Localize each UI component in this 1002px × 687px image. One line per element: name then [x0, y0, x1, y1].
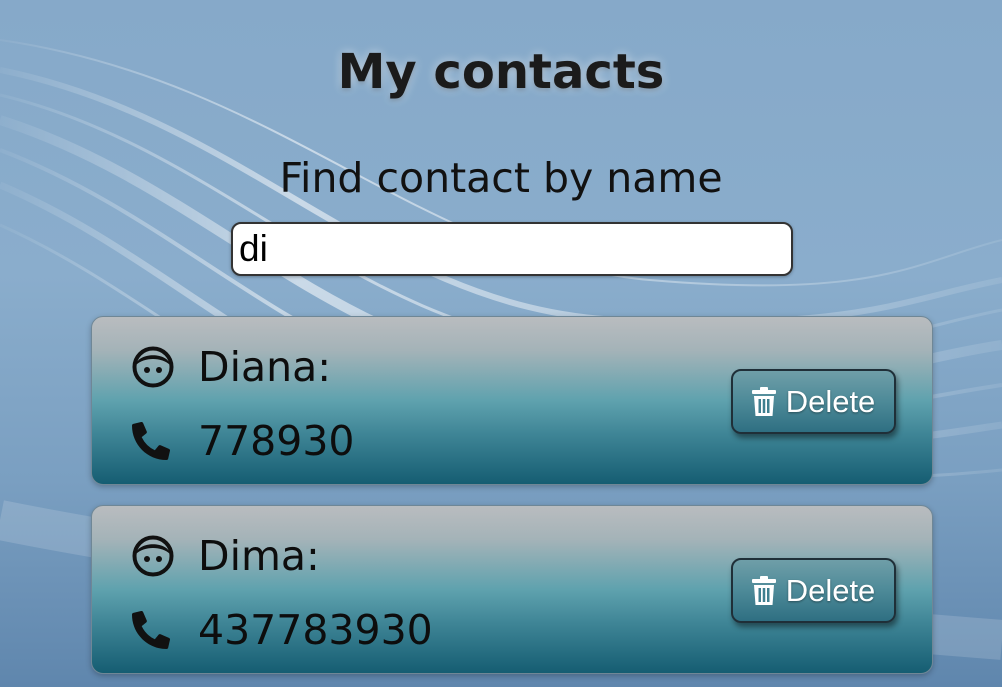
- contact-phone: 778930: [198, 417, 355, 465]
- user-face-icon: [132, 533, 178, 579]
- delete-button-label: Delete: [785, 383, 876, 419]
- search-input[interactable]: [231, 222, 793, 276]
- contact-item: Diana: 778930 Delete: [91, 316, 933, 485]
- trash-icon: [751, 575, 778, 606]
- user-face-icon: [132, 344, 178, 390]
- delete-button-label: Delete: [785, 572, 876, 608]
- contact-name: Dima:: [198, 532, 320, 580]
- contact-phone-row: 778930: [132, 416, 355, 466]
- phone-icon: [132, 607, 178, 653]
- contact-name: Diana:: [198, 343, 332, 391]
- phone-icon: [132, 418, 178, 464]
- contact-phone-row: 437783930: [132, 605, 433, 655]
- contact-phone: 437783930: [198, 606, 433, 654]
- contact-item: Dima: 437783930 Delete: [91, 505, 933, 674]
- page-title: My contacts: [337, 44, 665, 100]
- trash-icon: [751, 386, 778, 417]
- delete-button[interactable]: Delete: [731, 558, 896, 623]
- contact-name-row: Diana:: [132, 342, 331, 392]
- contact-name-row: Dima:: [132, 531, 320, 581]
- filter-label: Find contact by name: [279, 154, 723, 202]
- phonebook-app: My contacts Find contact by name Diana:: [0, 0, 1002, 687]
- delete-button[interactable]: Delete: [731, 369, 896, 434]
